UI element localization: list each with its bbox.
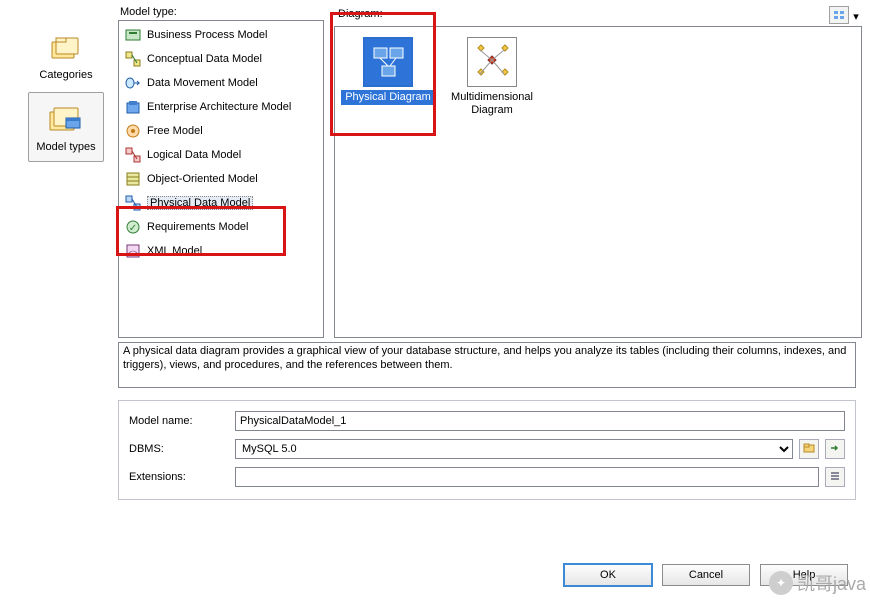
model-type-list[interactable]: Business Process Model Conceptual Data M…: [118, 20, 324, 338]
model-item-free[interactable]: Free Model: [119, 119, 323, 143]
model-item-label: Requirements Model: [147, 221, 249, 233]
model-item-label: Business Process Model: [147, 29, 267, 41]
watermark: ✦ 凯哥java: [769, 570, 866, 596]
pdm-icon: [125, 195, 141, 211]
free-icon: [125, 123, 141, 139]
wechat-icon: ✦: [769, 571, 793, 595]
svg-text:<>: <>: [129, 250, 137, 257]
model-item-enterprise-arch[interactable]: Enterprise Architecture Model: [119, 95, 323, 119]
model-type-column: Model type: Business Process Model Conce…: [118, 6, 324, 338]
model-item-requirements[interactable]: ✓ Requirements Model: [119, 215, 323, 239]
watermark-text: 凯哥java: [797, 570, 866, 596]
diagram-item-label: Multidimensional Diagram: [445, 90, 539, 118]
model-item-object-oriented[interactable]: Object-Oriented Model: [119, 167, 323, 191]
folder-icon: [803, 442, 815, 457]
multidimensional-diagram-icon: [467, 37, 517, 87]
folder-stack-icon: [46, 29, 86, 67]
nav-item-categories[interactable]: Categories: [28, 20, 104, 90]
browse-dbms-button[interactable]: [799, 439, 819, 459]
diagram-column: Diagram: ▾: [334, 6, 862, 338]
view-options-row: ▾: [829, 6, 860, 24]
diagram-header: Diagram:: [336, 8, 383, 20]
model-item-xml[interactable]: <> XML Model: [119, 239, 323, 263]
model-item-label: Free Model: [147, 125, 203, 137]
rqm-icon: ✓: [125, 219, 141, 235]
model-item-label: Object-Oriented Model: [147, 173, 258, 185]
select-extensions-button[interactable]: [825, 467, 845, 487]
model-item-physical[interactable]: Physical Data Model: [119, 191, 323, 215]
nav-label-categories: Categories: [39, 69, 92, 81]
extensions-input[interactable]: [235, 467, 819, 487]
model-item-logical[interactable]: Logical Data Model: [119, 143, 323, 167]
description-text: A physical data diagram provides a graph…: [123, 345, 846, 371]
nav-item-model-types[interactable]: Model types: [28, 92, 104, 162]
model-type-header: Model type:: [118, 6, 324, 18]
form-area: Model name: DBMS: MySQL 5.0 Extensions:: [118, 400, 856, 500]
folder-db-icon: [46, 101, 86, 139]
list-icon: [829, 470, 841, 485]
cancel-button[interactable]: Cancel: [662, 564, 750, 586]
model-item-label: Data Movement Model: [147, 77, 258, 89]
dbms-label: DBMS:: [129, 443, 229, 455]
physical-diagram-icon: [363, 37, 413, 87]
model-item-label: Logical Data Model: [147, 149, 241, 161]
diagram-item-physical[interactable]: Physical Diagram: [341, 37, 435, 105]
extensions-label: Extensions:: [129, 471, 229, 483]
model-item-label: Physical Data Model: [147, 196, 253, 210]
nav-label-model-types: Model types: [36, 141, 95, 153]
apply-dbms-button[interactable]: [825, 439, 845, 459]
ldm-icon: [125, 147, 141, 163]
svg-text:✓: ✓: [129, 223, 137, 234]
bpm-icon: [125, 27, 141, 43]
xml-icon: <>: [125, 243, 141, 259]
arrow-right-icon: [829, 442, 841, 457]
left-nav: Categories Model types: [14, 6, 118, 338]
diagram-list[interactable]: Physical Diagram Multidimensional: [334, 26, 862, 338]
chevron-down-icon[interactable]: ▾: [852, 10, 860, 23]
diagram-item-label: Physical Diagram: [341, 90, 435, 105]
model-name-label: Model name:: [129, 415, 229, 427]
model-item-label: Conceptual Data Model: [147, 53, 262, 65]
top-area: Categories Model types Model type:: [0, 0, 870, 338]
diagram-item-multidimensional[interactable]: Multidimensional Diagram: [445, 37, 539, 118]
ok-button[interactable]: OK: [564, 564, 652, 586]
eam-icon: [125, 99, 141, 115]
new-model-dialog: Categories Model types Model type:: [0, 0, 870, 600]
cdm-icon: [125, 51, 141, 67]
model-item-label: Enterprise Architecture Model: [147, 101, 291, 113]
model-name-input[interactable]: [235, 411, 845, 431]
model-item-conceptual[interactable]: Conceptual Data Model: [119, 47, 323, 71]
dbms-select[interactable]: MySQL 5.0: [235, 439, 793, 459]
dmm-icon: [125, 75, 141, 91]
description-panel: A physical data diagram provides a graph…: [118, 342, 856, 388]
model-item-business-process[interactable]: Business Process Model: [119, 23, 323, 47]
oom-icon: [125, 171, 141, 187]
view-mode-button[interactable]: [829, 6, 849, 24]
model-item-label: XML Model: [147, 245, 202, 257]
model-item-data-movement[interactable]: Data Movement Model: [119, 71, 323, 95]
